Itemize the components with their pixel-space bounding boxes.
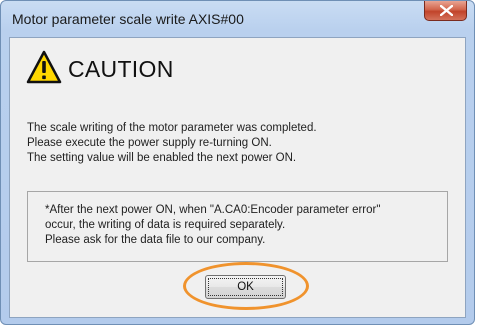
note-line-3: Please ask for the data file to our comp…: [45, 234, 266, 246]
close-button[interactable]: [424, 1, 467, 21]
message-line-2: Please execute the power supply re-turni…: [27, 137, 272, 149]
window-title: Motor parameter scale write AXIS#00: [12, 11, 244, 27]
close-icon: [440, 5, 453, 16]
dialog-window: Motor parameter scale write AXIS#00 CAUT…: [0, 0, 475, 325]
caution-title: CAUTION: [68, 56, 174, 82]
ok-button[interactable]: OK: [205, 275, 286, 299]
warning-icon: [26, 50, 62, 84]
message-line-3: The setting value will be enabled the ne…: [27, 152, 297, 164]
message-line-1: The scale writing of the motor parameter…: [27, 122, 317, 134]
note-box: *After the next power ON, when "A.CA0:En…: [27, 191, 448, 262]
note-line-1: *After the next power ON, when "A.CA0:En…: [45, 204, 381, 216]
title-bar[interactable]: Motor parameter scale write AXIS#00: [1, 1, 474, 37]
note-line-2: occur, the writing of data is required s…: [45, 219, 286, 231]
dialog-body: CAUTION The scale writing of the motor p…: [9, 37, 466, 318]
